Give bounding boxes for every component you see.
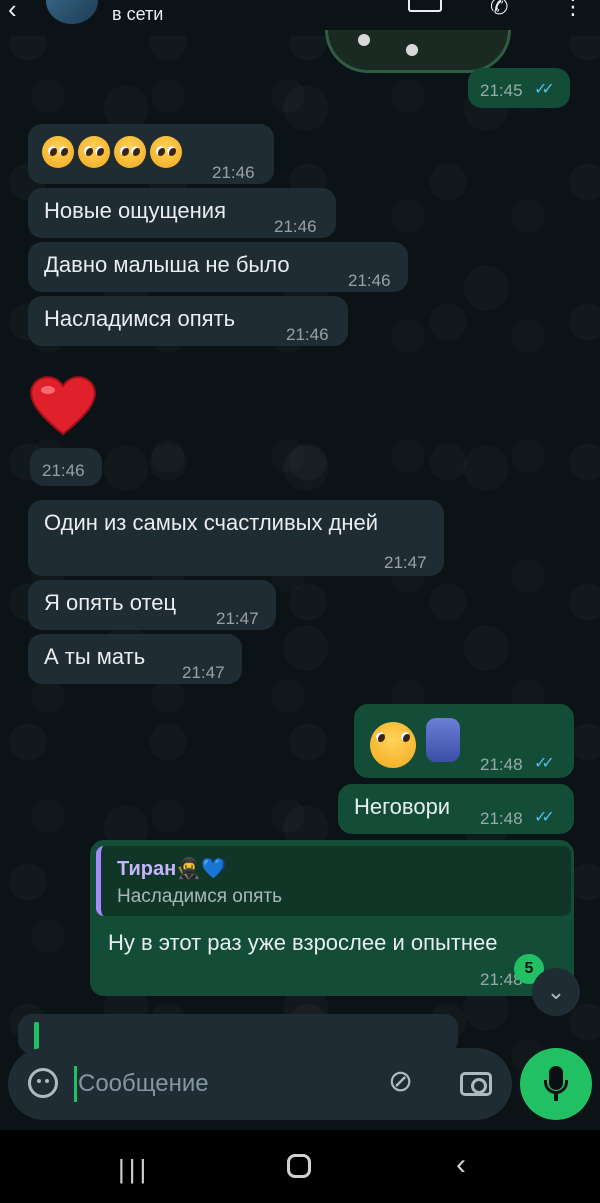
outgoing-message[interactable]: 21:48 ✓✓: [354, 704, 574, 778]
incoming-message[interactable]: 21:46: [28, 124, 274, 184]
contact-avatar[interactable]: [46, 0, 98, 24]
message-time: 21:47: [384, 553, 427, 572]
system-nav-bar: ||| ‹: [0, 1130, 600, 1203]
chevron-double-down-icon: ⌄: [546, 979, 566, 1004]
outgoing-message[interactable]: 21:45 ✓✓: [468, 68, 570, 108]
time-chip: 21:46: [30, 448, 102, 486]
incoming-message[interactable]: Новые ощущения 21:46: [28, 188, 336, 238]
video-call-icon[interactable]: [408, 0, 442, 12]
message-time: 21:47: [216, 609, 259, 628]
message-time: 21:46: [212, 163, 255, 182]
incoming-message[interactable]: А ты мать 21:47: [28, 634, 242, 684]
sticker-icon[interactable]: [28, 1068, 58, 1098]
double-check-icon: ✓✓: [534, 81, 555, 98]
message-text: Один из самых счастливых дней: [44, 510, 379, 535]
double-check-icon: ✓✓: [534, 809, 555, 826]
message-text: А ты мать: [44, 644, 146, 669]
message-time: 21:46: [42, 461, 85, 480]
message-composer: Сообщение ⊘: [8, 1048, 512, 1120]
reply-quoted-text: Насладимся опять: [117, 886, 283, 907]
pleading-face-emoji: [114, 136, 146, 168]
double-check-icon: ✓✓: [534, 755, 555, 772]
text-cursor: [74, 1066, 77, 1102]
pleading-face-emoji: [150, 136, 182, 168]
pleading-face-emoji: [78, 136, 110, 168]
pleading-face-emoji: [370, 722, 416, 768]
message-text: Давно малыша не было: [44, 252, 290, 277]
hugging-people-emoji: [426, 718, 460, 762]
back-icon[interactable]: ‹: [456, 1148, 466, 1182]
pleading-face-emoji: [42, 136, 74, 168]
microphone-foot: [554, 1093, 558, 1101]
image-message-remnant[interactable]: [325, 30, 511, 73]
home-icon[interactable]: [287, 1154, 311, 1178]
message-time: 21:46: [274, 217, 317, 236]
emoji-row: [42, 136, 186, 168]
more-menu-icon[interactable]: ⋮: [562, 0, 584, 20]
reply-indicator-bar: [34, 1022, 39, 1050]
message-input[interactable]: Сообщение: [78, 1070, 209, 1098]
camera-icon[interactable]: [460, 1072, 492, 1096]
message-time: 21:48: [480, 755, 523, 774]
incoming-message[interactable]: Один из самых счастливых дней 21:47: [28, 500, 444, 576]
message-text: Насладимся опять: [44, 306, 236, 331]
outgoing-message[interactable]: Неговори 21:48 ✓✓: [338, 784, 574, 834]
incoming-message[interactable]: Давно малыша не было 21:46: [28, 242, 408, 292]
message-text: Ну в этот раз уже взрослее и опытнее: [108, 930, 498, 955]
incoming-message[interactable]: Насладимся опять 21:46: [28, 296, 348, 346]
message-text: Новые ощущения: [44, 198, 226, 223]
paperclip-icon[interactable]: ⊘: [388, 1064, 413, 1099]
recent-apps-icon[interactable]: |||: [118, 1154, 150, 1185]
message-time: 21:48: [480, 809, 523, 828]
microphone-stand: [544, 1080, 568, 1094]
message-text: Неговори: [354, 794, 451, 819]
quoted-reply[interactable]: Тиран🥷💙 Насладимся опять: [96, 846, 571, 916]
message-time: 21:46: [286, 325, 329, 344]
message-time: 21:47: [182, 663, 225, 682]
message-text: Я опять отец: [44, 590, 177, 615]
contact-status: в сети: [112, 4, 164, 24]
red-heart-emoji[interactable]: [28, 372, 98, 436]
mic-button[interactable]: [520, 1048, 592, 1120]
message-time: 21:46: [348, 271, 391, 290]
incoming-message[interactable]: Я опять отец 21:47: [28, 580, 276, 630]
phone-call-icon[interactable]: ✆: [490, 0, 508, 20]
message-time: 21:45: [480, 81, 523, 100]
scroll-down-button[interactable]: ⌄: [532, 968, 580, 1016]
back-arrow-icon[interactable]: ‹: [8, 0, 17, 25]
reply-sender-name: Тиран🥷💙: [117, 858, 226, 880]
